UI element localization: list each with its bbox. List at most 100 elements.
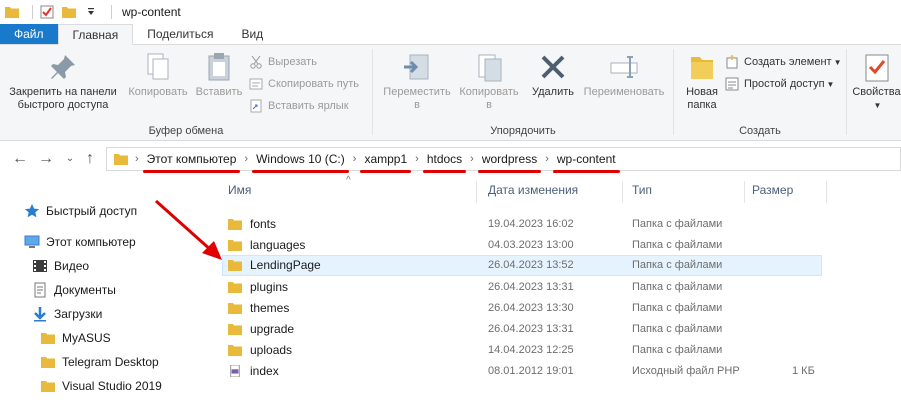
column-divider[interactable]	[826, 181, 827, 203]
folder-icon	[228, 260, 242, 271]
annotation-underline	[477, 170, 542, 173]
file-size: 1 КБ	[792, 365, 815, 377]
file-type: Папка с файлами	[632, 344, 723, 356]
column-divider[interactable]	[744, 181, 745, 203]
new-folder-icon[interactable]	[61, 4, 77, 20]
nav-item-myasus[interactable]: MyASUS	[40, 328, 111, 348]
tab-view[interactable]: Вид	[227, 24, 277, 44]
move-to-button[interactable]: Переместить в	[379, 51, 455, 112]
new-folder-button[interactable]: Новая папка	[678, 51, 726, 112]
folder-icon	[4, 4, 20, 20]
pin-label-line2: быстрого доступа	[17, 99, 109, 111]
back-arrow-icon[interactable]: ←	[10, 150, 30, 168]
up-arrow-icon[interactable]: ↑	[80, 150, 100, 168]
copy-path-icon	[248, 76, 264, 92]
cut-button[interactable]: Вырезать	[248, 53, 317, 71]
breadcrumb-xampp1[interactable]: xampp1	[360, 152, 412, 173]
recent-locations-icon[interactable]: ⌄	[60, 153, 80, 164]
nav-item-visual-studio[interactable]: Visual Studio 2019	[40, 376, 162, 396]
file-name-cell: uploads	[228, 343, 292, 357]
pin-quick-access-button[interactable]: Закрепить на панели быстрого доступа	[4, 51, 122, 112]
file-name: index	[250, 364, 279, 378]
file-name: languages	[250, 238, 306, 252]
breadcrumb-label: Этот компьютер	[146, 152, 237, 166]
column-header-type[interactable]: Тип	[632, 183, 652, 197]
copy-path-label: Скопировать путь	[268, 78, 359, 90]
column-divider[interactable]	[476, 181, 477, 203]
copy-path-button[interactable]: Скопировать путь	[248, 75, 359, 93]
file-list: Имя Дата изменения Тип Размер ^ fonts 19…	[212, 175, 901, 408]
nav-item-quick-access[interactable]: Быстрый доступ	[24, 201, 137, 221]
file-type: Папка с файлами	[632, 302, 723, 314]
annotation-underline	[422, 170, 467, 173]
table-row[interactable]: uploads 14.04.2023 12:25 Папка с файлами	[222, 340, 822, 361]
column-divider[interactable]	[622, 181, 623, 203]
breadcrumb-wp-content[interactable]: wp-content	[552, 152, 620, 173]
file-name: themes	[250, 301, 290, 315]
table-row-selected[interactable]: LendingPage 26.04.2023 13:52 Папка с фай…	[222, 255, 822, 276]
file-date: 26.04.2023 13:52	[488, 259, 574, 271]
nav-item-label: Загрузки	[54, 307, 103, 321]
column-header-date[interactable]: Дата изменения	[488, 183, 578, 197]
tab-share[interactable]: Поделиться	[133, 24, 227, 44]
chevron-down-icon[interactable]	[83, 4, 99, 20]
breadcrumb-label: Windows 10 (C:)	[256, 152, 345, 166]
table-row[interactable]: plugins 26.04.2023 13:31 Папка с файлами	[222, 277, 822, 298]
tab-home[interactable]: Главная	[57, 24, 134, 45]
file-type: Папка с файлами	[632, 218, 723, 230]
breadcrumb-this-pc[interactable]: Этот компьютер	[142, 152, 241, 173]
copy-to-button[interactable]: Копировать в	[453, 51, 525, 112]
folder-icon	[228, 324, 242, 335]
rename-button[interactable]: Переименовать	[579, 51, 669, 99]
table-row[interactable]: themes 26.04.2023 13:30 Папка с файлами	[222, 298, 822, 319]
properties-check-icon[interactable]	[39, 4, 55, 20]
nav-item-this-pc[interactable]: Этот компьютер	[24, 232, 136, 252]
scissors-icon	[248, 54, 264, 70]
nav-item-documents[interactable]: Документы	[32, 280, 116, 300]
paste-shortcut-button[interactable]: Вставить ярлык	[248, 97, 349, 115]
copy-button[interactable]: Копировать	[124, 51, 192, 99]
table-row[interactable]: fonts 19.04.2023 16:02 Папка с файлами	[222, 214, 822, 235]
chevron-right-icon[interactable]: ›	[131, 153, 143, 165]
folder-icon	[678, 51, 726, 83]
computer-icon	[24, 234, 40, 250]
delete-button[interactable]: Удалить	[525, 51, 581, 99]
breadcrumb-drive-c[interactable]: Windows 10 (C:)	[252, 152, 349, 173]
paste-button[interactable]: Вставить	[192, 51, 246, 99]
breadcrumb-wordpress[interactable]: wordpress	[477, 152, 542, 173]
properties-button[interactable]: Свойства ▼	[852, 51, 901, 112]
video-icon	[32, 258, 48, 274]
file-name-cell: LendingPage	[228, 258, 321, 272]
documents-icon	[32, 282, 48, 298]
new-folder-label-line1: Новая	[686, 86, 718, 98]
chevron-right-icon[interactable]: ›	[411, 153, 423, 165]
nav-item-label: MyASUS	[62, 331, 111, 345]
nav-item-downloads[interactable]: Загрузки	[32, 304, 102, 324]
copy-to-label-line1: Копировать	[459, 86, 519, 98]
chevron-right-icon[interactable]: ›	[541, 153, 553, 165]
new-folder-label-line2: папка	[687, 99, 717, 111]
forward-arrow-icon[interactable]: →	[36, 150, 56, 168]
tab-file[interactable]: Файл	[0, 24, 58, 44]
chevron-right-icon[interactable]: ›	[466, 153, 478, 165]
close-icon	[525, 51, 581, 83]
table-row[interactable]: index 08.01.2012 19:01 Исходный файл PHP…	[222, 361, 822, 382]
easy-access-button[interactable]: Простой доступ ▼	[724, 75, 834, 93]
clipboard-group-label: Буфер обмена	[148, 125, 224, 137]
nav-item-telegram[interactable]: Telegram Desktop	[40, 352, 159, 372]
divider	[846, 49, 847, 135]
table-row[interactable]: languages 04.03.2023 13:00 Папка с файла…	[222, 235, 822, 256]
rename-icon	[579, 51, 669, 83]
nav-item-video[interactable]: Видео	[32, 256, 89, 276]
chevron-right-icon[interactable]: ›	[349, 153, 361, 165]
breadcrumb-htdocs[interactable]: htdocs	[422, 152, 467, 173]
rename-label: Переименовать	[583, 86, 665, 98]
copy-to-icon	[453, 51, 525, 83]
table-row[interactable]: upgrade 26.04.2023 13:31 Папка с файлами	[222, 319, 822, 340]
column-header-name[interactable]: Имя	[228, 183, 251, 197]
paste-icon	[192, 51, 246, 83]
new-item-button[interactable]: Создать элемент ▼	[724, 53, 841, 71]
column-header-size[interactable]: Размер	[752, 183, 793, 197]
chevron-right-icon[interactable]: ›	[240, 153, 252, 165]
address-bar[interactable]: › Этот компьютер › Windows 10 (C:) › xam…	[106, 147, 901, 173]
